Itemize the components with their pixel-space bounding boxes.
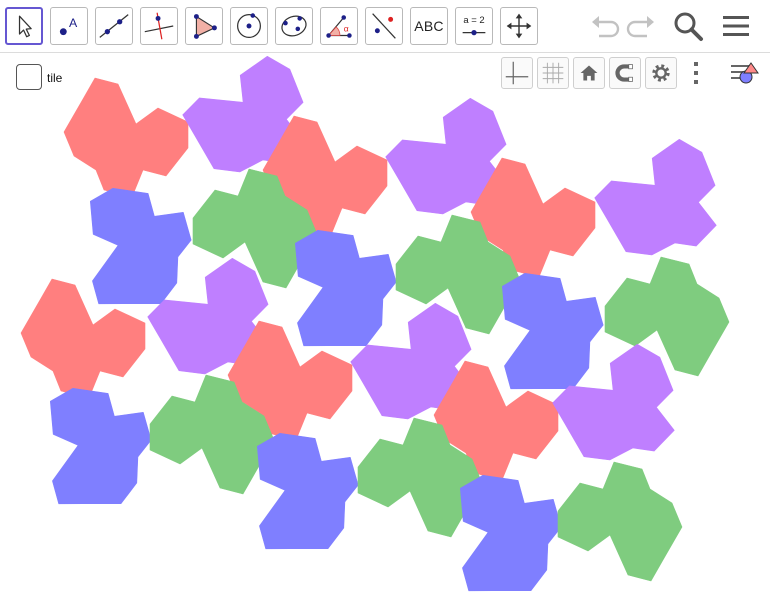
text-tool[interactable]: ABC [410, 7, 448, 45]
tile-blue[interactable] [49, 387, 152, 505]
tile-checkbox-label: tile [47, 71, 63, 85]
main-menu-button[interactable] [718, 8, 754, 44]
magnet-snap-icon [615, 64, 633, 82]
angle-tool-label: α [344, 24, 349, 34]
graphics-settings-button[interactable] [645, 57, 677, 89]
slider-tool[interactable]: a = 2 [455, 7, 493, 45]
tile-blue[interactable] [501, 272, 604, 390]
style-bar-toggle-icon [731, 62, 759, 84]
perpendicular-line-tool[interactable] [140, 7, 178, 45]
menu-icon [723, 16, 749, 36]
polygon-tool[interactable] [185, 7, 223, 45]
tile-red[interactable] [63, 77, 189, 198]
slider-tool-label: a = 2 [463, 15, 484, 26]
circle-with-center-icon [237, 13, 261, 38]
tile-checkbox[interactable] [16, 64, 42, 90]
move-graphics-view-tool[interactable] [500, 7, 538, 45]
style-bar-toggle-button[interactable] [727, 57, 763, 89]
point-tool[interactable]: A [50, 7, 88, 45]
tile-blue[interactable] [294, 230, 397, 347]
standard-view-button[interactable] [573, 57, 605, 89]
perpendicular-line-icon [144, 12, 174, 40]
undo-button[interactable] [587, 8, 623, 44]
point-capturing-button[interactable] [609, 57, 641, 89]
cursor-arrow-icon [18, 15, 32, 38]
conic-through-points-tool[interactable] [275, 7, 313, 45]
grid-toggle-icon [542, 62, 564, 84]
home-icon [580, 65, 598, 81]
search-button[interactable] [670, 8, 706, 44]
gear-icon [652, 64, 670, 82]
tile-blue[interactable] [256, 432, 359, 550]
ellipse-points-icon [281, 15, 307, 37]
line-tool[interactable] [95, 7, 133, 45]
line-through-points-icon [99, 14, 129, 38]
toolbar: A α ABC a = 2 [0, 0, 770, 53]
reflect-about-line-icon [372, 13, 396, 39]
redo-button[interactable] [623, 8, 659, 44]
more-vertical-icon [694, 62, 698, 84]
tiling [20, 55, 730, 592]
grid-toggle-button[interactable] [537, 57, 569, 89]
reflect-tool[interactable] [365, 7, 403, 45]
tile-blue[interactable] [459, 474, 562, 592]
angle-icon: α [326, 15, 352, 38]
axes-toggle-button[interactable] [501, 57, 533, 89]
text-tool-label: ABC [414, 18, 444, 34]
move-arrows-icon [506, 13, 532, 39]
tile-blue[interactable] [90, 188, 192, 305]
search-icon [674, 12, 703, 41]
tile-green[interactable] [557, 461, 683, 582]
point-tool-label: A [69, 16, 78, 30]
slider-icon: a = 2 [462, 15, 486, 36]
axes-toggle-icon [505, 61, 529, 85]
angle-tool[interactable]: α [320, 7, 358, 45]
graphics-view[interactable] [0, 53, 770, 600]
tile-purple[interactable] [594, 139, 717, 256]
circle-center-point-tool[interactable] [230, 7, 268, 45]
point-icon: A [59, 16, 78, 36]
more-options-button[interactable] [687, 57, 705, 89]
undo-icon [592, 16, 620, 38]
redo-icon [626, 16, 654, 38]
polygon-icon [193, 14, 217, 39]
move-tool[interactable] [5, 7, 43, 45]
